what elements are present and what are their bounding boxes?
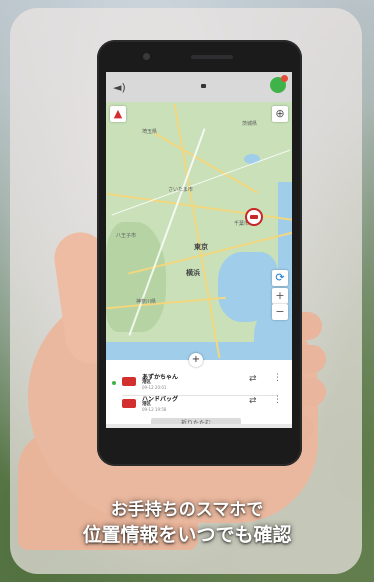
phone-screen: ◄) 茨城県 埼玉県 さいたま市 八王子市 千葉市 神奈川県 東京 横浜 ▲ ⊕… xyxy=(106,72,292,428)
device-marker-icon[interactable] xyxy=(245,208,263,226)
add-device-button[interactable]: + xyxy=(189,353,203,367)
caption-line-2: 位置情報をいつでも確認 xyxy=(82,524,292,546)
earpiece-speaker xyxy=(191,55,233,59)
map-label-area-mid: さいたま市 xyxy=(168,187,193,193)
locate-button[interactable]: ⊕ xyxy=(272,106,288,122)
more-menu-icon[interactable]: ⋮ xyxy=(273,395,282,405)
front-camera xyxy=(143,53,150,60)
bag-icon xyxy=(122,399,136,408)
zoom-out-button[interactable]: − xyxy=(272,304,288,320)
camera-notch xyxy=(201,84,206,88)
smartphone: ◄) 茨城県 埼玉県 さいたま市 八王子市 千葉市 神奈川県 東京 横浜 ▲ ⊕… xyxy=(97,40,302,466)
app-header: ◄) xyxy=(106,72,292,102)
map-label-city-sub: 横浜 xyxy=(186,269,200,277)
map-label-city-main: 東京 xyxy=(194,243,208,251)
bottom-nav-bar xyxy=(106,424,292,428)
compass-button[interactable]: ▲ xyxy=(110,106,126,122)
map-view[interactable]: 茨城県 埼玉県 さいたま市 八王子市 千葉市 神奈川県 東京 横浜 ▲ ⊕ ⟳ … xyxy=(106,102,292,360)
app-logo-icon[interactable] xyxy=(270,75,288,93)
more-menu-icon[interactable]: ⋮ xyxy=(273,373,282,383)
tracker-icon xyxy=(122,377,136,386)
zoom-in-button[interactable]: + xyxy=(272,288,288,304)
road-4 xyxy=(153,132,259,194)
refresh-button[interactable]: ⟳ xyxy=(272,270,288,286)
share-icon[interactable]: ⇄ xyxy=(249,396,257,406)
online-dot-icon xyxy=(112,381,116,385)
sound-icon[interactable]: ◄) xyxy=(113,81,126,94)
device-list-panel: + あずかちゃん 港区 09-12 20:01 ⇄ ⋮ ハンドバッグ 港区 09… xyxy=(106,353,292,428)
map-label-area-n: 茨城県 xyxy=(242,121,258,127)
share-icon[interactable]: ⇄ xyxy=(249,374,257,384)
device-time: 09-12 20:01 xyxy=(142,385,167,390)
caption-line-1: お手持ちのスマホで xyxy=(110,500,264,520)
device-time: 09-12 19:58 xyxy=(142,407,167,412)
map-label-area-w: 八王子市 xyxy=(116,233,137,239)
road-2 xyxy=(173,103,221,359)
device-row[interactable]: ハンドバッグ 港区 09-12 19:58 ⇄ ⋮ xyxy=(112,394,284,416)
map-label-area-sw: 神奈川県 xyxy=(136,299,157,305)
device-row[interactable]: あずかちゃん 港区 09-12 20:01 ⇄ ⋮ xyxy=(112,372,284,396)
map-label-area-nw: 埼玉県 xyxy=(142,129,158,135)
